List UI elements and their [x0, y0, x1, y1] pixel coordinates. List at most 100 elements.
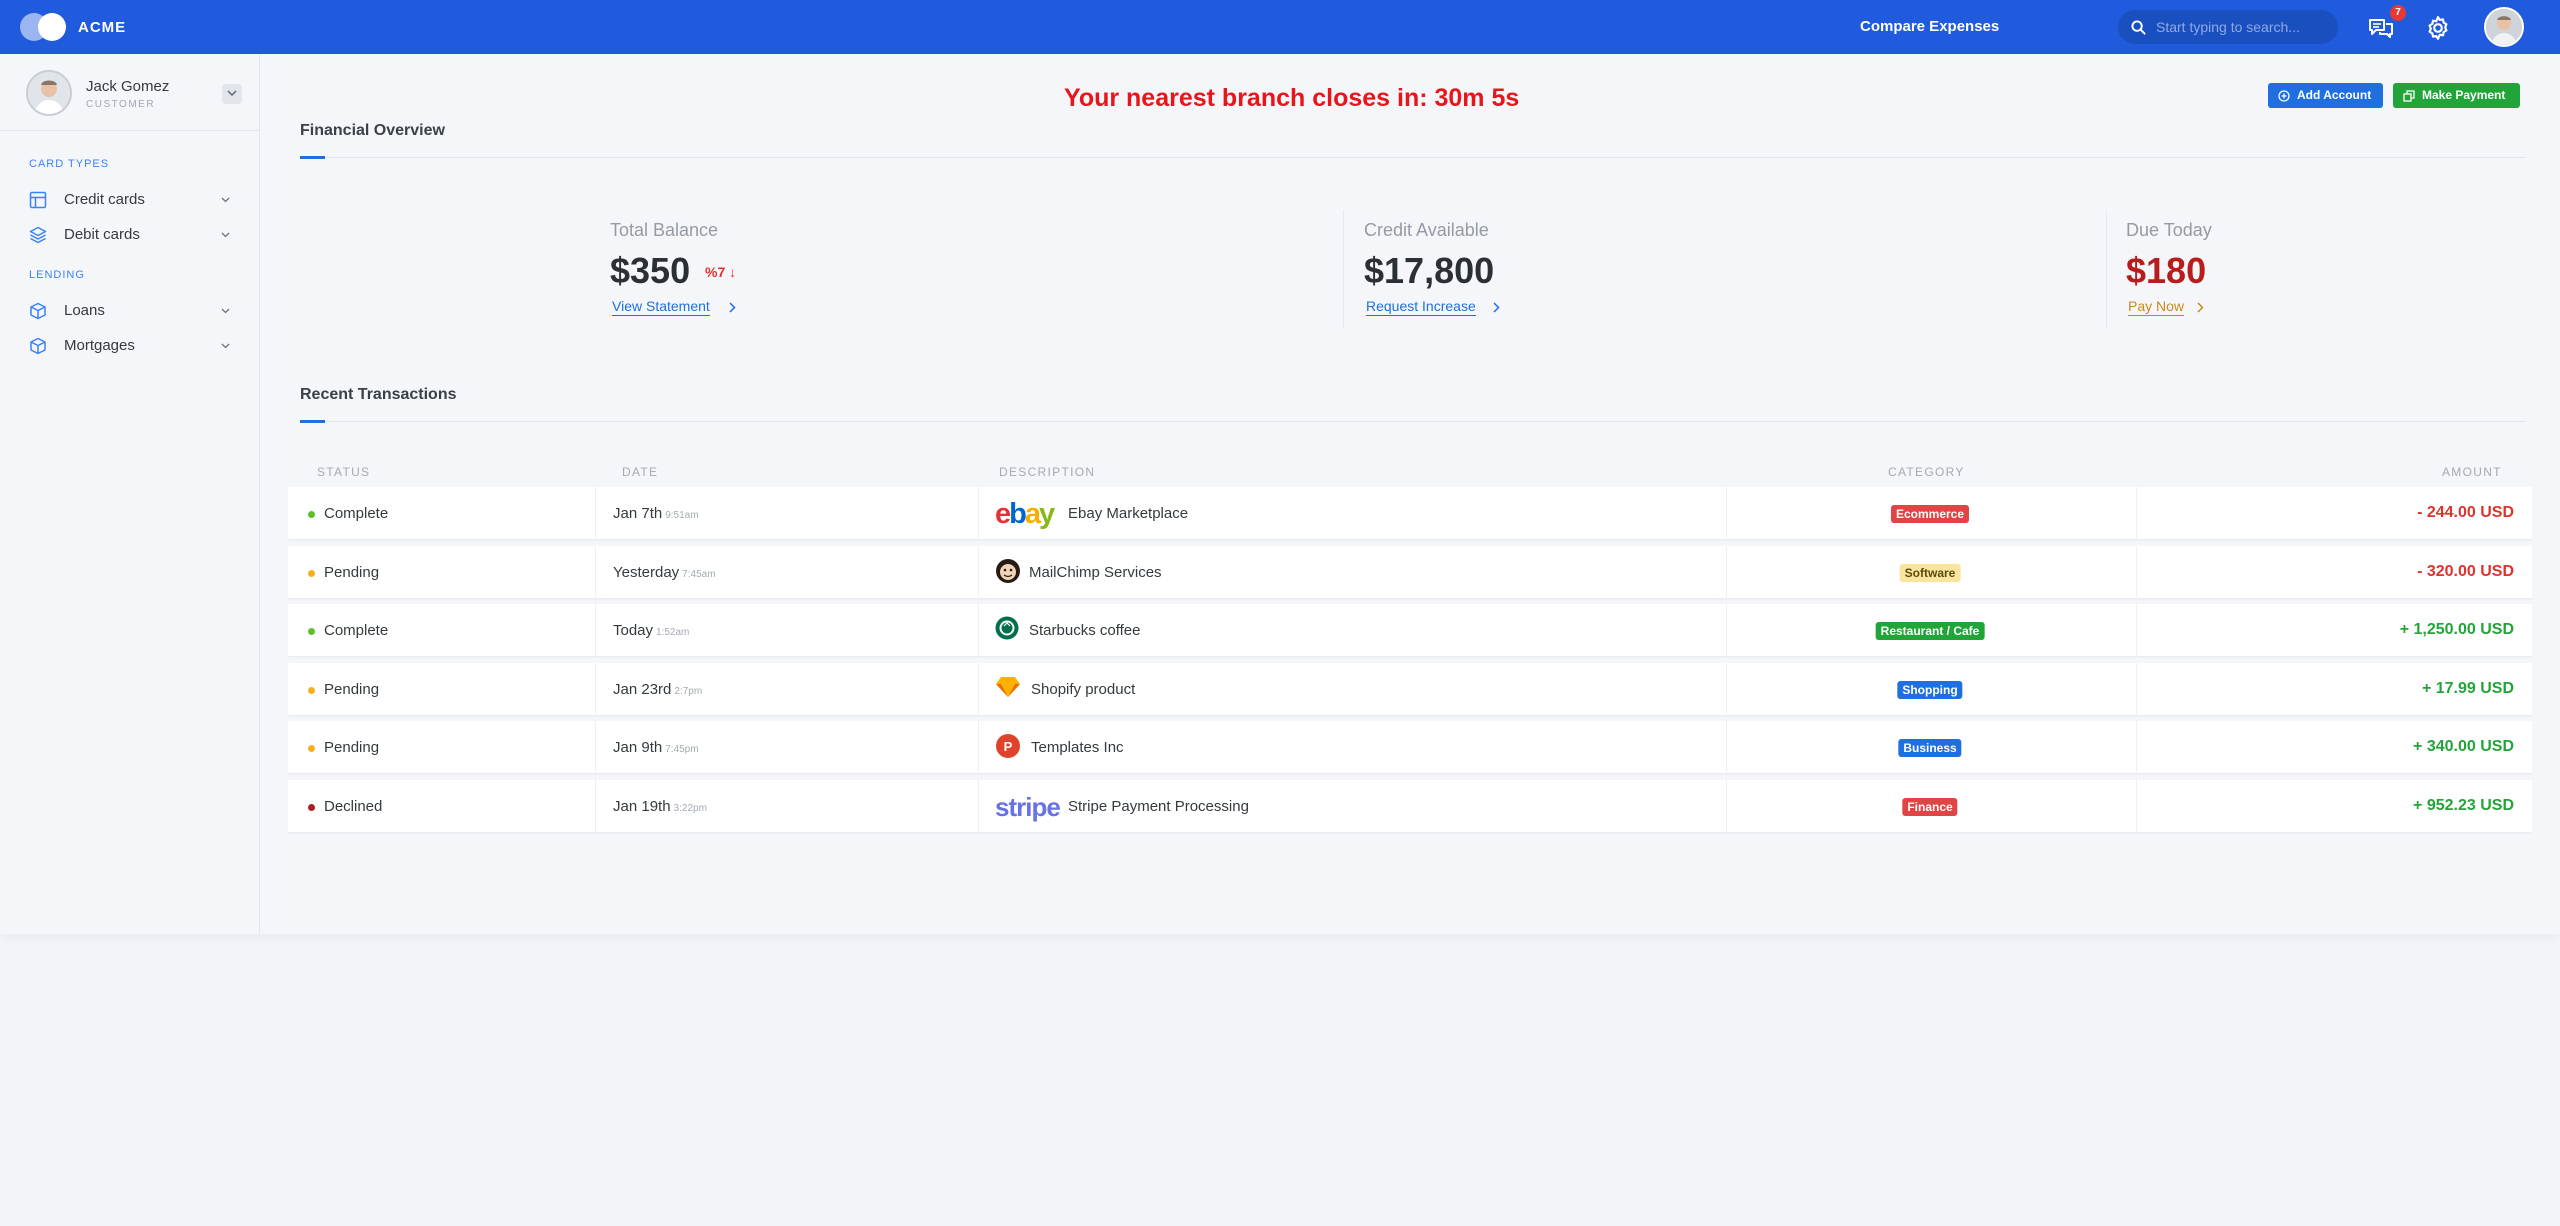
user-menu-toggle[interactable]	[222, 84, 242, 104]
cell-divider	[595, 546, 596, 599]
gear-icon[interactable]	[2425, 15, 2451, 41]
category-badge: Ecommerce	[1890, 505, 1970, 523]
transaction-amount: + 952.23 USD	[2413, 797, 2514, 814]
column-header-date[interactable]: DATE	[622, 465, 658, 479]
user-avatar-top[interactable]	[2484, 7, 2524, 47]
status-text: Pending	[324, 739, 380, 756]
avatar[interactable]	[26, 70, 72, 116]
total-balance-value: $350	[610, 250, 691, 291]
table-row[interactable]: Pending Yesterday 7:45am MailChimp Services…	[288, 546, 2532, 599]
transaction-description: Shopify product	[1031, 681, 1136, 698]
transaction-amount: - 320.00 USD	[2417, 563, 2514, 580]
status-dot-icon	[308, 570, 315, 577]
section-divider	[300, 421, 2526, 422]
logo-circle-right	[38, 13, 66, 41]
status-text: Complete	[324, 622, 389, 639]
chat-icon[interactable]	[2368, 16, 2394, 40]
transaction-date: Jan 23rd 2:7pm	[613, 681, 702, 698]
column-header-amount[interactable]: AMOUNT	[2442, 465, 2502, 479]
chevron-down-icon	[227, 90, 237, 97]
due-today-label: Due Today	[2126, 220, 2212, 240]
transaction-date: Yesterday 7:45am	[613, 564, 716, 581]
sidebar-divider	[0, 130, 259, 131]
section-title-accent	[300, 156, 325, 159]
column-header-description[interactable]: DESCRIPTION	[999, 465, 1095, 479]
notification-count-badge: 7	[2390, 5, 2406, 21]
sidebar-item-debit-cards[interactable]: Debit cards	[29, 221, 235, 249]
section-title-accent	[300, 420, 325, 423]
transaction-amount: - 244.00 USD	[2417, 504, 2514, 521]
request-increase-link[interactable]: Request Increase	[1366, 298, 1476, 316]
column-header-status[interactable]: STATUS	[317, 465, 370, 479]
cell-divider	[2136, 780, 2137, 833]
acme-logo[interactable]	[20, 13, 68, 41]
stat-divider	[2106, 210, 2107, 328]
cell-divider	[1726, 780, 1727, 833]
cell-divider	[2136, 604, 2137, 657]
table-row[interactable]: Complete Today 1:52am Starbucks coffee Resta…	[288, 604, 2532, 657]
user-name: Jack Gomez	[86, 78, 170, 95]
time-text: 9:51am	[665, 510, 699, 521]
chevron-right-icon	[729, 302, 736, 313]
view-statement-link[interactable]: View Statement	[612, 298, 710, 316]
make-payment-label: Make Payment	[2422, 88, 2506, 102]
table-row[interactable]: Pending Jan 9th 7:45pm P Templates Inc Busine…	[288, 721, 2532, 774]
top-navbar: ACME Compare Expenses 7	[0, 0, 2560, 54]
search-icon	[2131, 20, 2146, 35]
cell-divider	[978, 780, 979, 833]
chevron-down-icon	[221, 343, 230, 349]
svg-text:ebay: ebay	[995, 499, 1055, 529]
svg-text:P: P	[1004, 739, 1013, 754]
sidebar-section-card-types: CARD TYPES	[29, 158, 110, 170]
sidebar-item-label: Debit cards	[64, 226, 140, 243]
date-text: Today	[613, 622, 654, 639]
time-text: 2:7pm	[674, 686, 703, 697]
sidebar: Jack Gomez CUSTOMER CARD TYPES Credit ca…	[0, 54, 260, 934]
credit-available-label: Credit Available	[1364, 220, 1489, 240]
add-account-button[interactable]: Add Account	[2268, 83, 2383, 108]
cell-divider	[978, 663, 979, 716]
table-icon	[29, 191, 47, 209]
financial-overview-title: Financial Overview	[300, 122, 445, 139]
sidebar-item-mortgages[interactable]: Mortgages	[29, 332, 235, 360]
pay-now-link[interactable]: Pay Now	[2128, 298, 2185, 316]
date-text: Yesterday	[613, 564, 680, 581]
layers-icon	[29, 226, 47, 244]
cell-divider	[1726, 546, 1727, 599]
cell-divider	[1726, 487, 1727, 540]
cell-divider	[2136, 546, 2137, 599]
avatar-icon	[2486, 9, 2522, 45]
time-text: 7:45am	[682, 569, 716, 580]
copy-icon	[2403, 90, 2415, 102]
add-account-label: Add Account	[2297, 88, 2372, 102]
cell-divider	[978, 721, 979, 774]
chevron-down-icon	[221, 308, 230, 314]
transaction-amount: + 1,250.00 USD	[2399, 621, 2514, 638]
sidebar-item-loans[interactable]: Loans	[29, 297, 235, 325]
category-badge: Software	[1899, 564, 1961, 582]
transaction-amount: + 340.00 USD	[2413, 738, 2514, 755]
box-icon	[30, 337, 46, 355]
make-payment-button[interactable]: Make Payment	[2393, 83, 2520, 108]
column-header-category[interactable]: CATEGORY	[1888, 465, 1965, 479]
user-role: CUSTOMER	[86, 99, 156, 110]
time-text: 7:45pm	[665, 744, 699, 755]
search-input[interactable]	[2156, 17, 2328, 37]
table-row[interactable]: Declined Jan 19th 3:22pm stripe Stripe Payme…	[288, 780, 2532, 833]
status-dot-icon	[308, 804, 315, 811]
sidebar-item-credit-cards[interactable]: Credit cards	[29, 186, 235, 214]
box-icon	[30, 302, 46, 320]
cell-divider	[1726, 663, 1727, 716]
transaction-description: Stripe Payment Processing	[1068, 798, 1249, 815]
table-row[interactable]: Pending Jan 23rd 2:7pm Shopify product Shopp…	[288, 663, 2532, 716]
compare-expenses-link[interactable]: Compare Expenses	[1860, 18, 1999, 35]
transaction-description: MailChimp Services	[1029, 564, 1162, 581]
status-dot-icon	[308, 511, 315, 518]
cell-divider	[595, 663, 596, 716]
section-divider	[300, 157, 2526, 158]
cell-divider	[2136, 663, 2137, 716]
chevron-right-icon	[2197, 302, 2204, 313]
search-box[interactable]	[2118, 10, 2338, 44]
table-row[interactable]: Complete Jan 7th 9:51am ebay Ebay Marketplac…	[288, 487, 2532, 540]
cell-divider	[2136, 721, 2137, 774]
